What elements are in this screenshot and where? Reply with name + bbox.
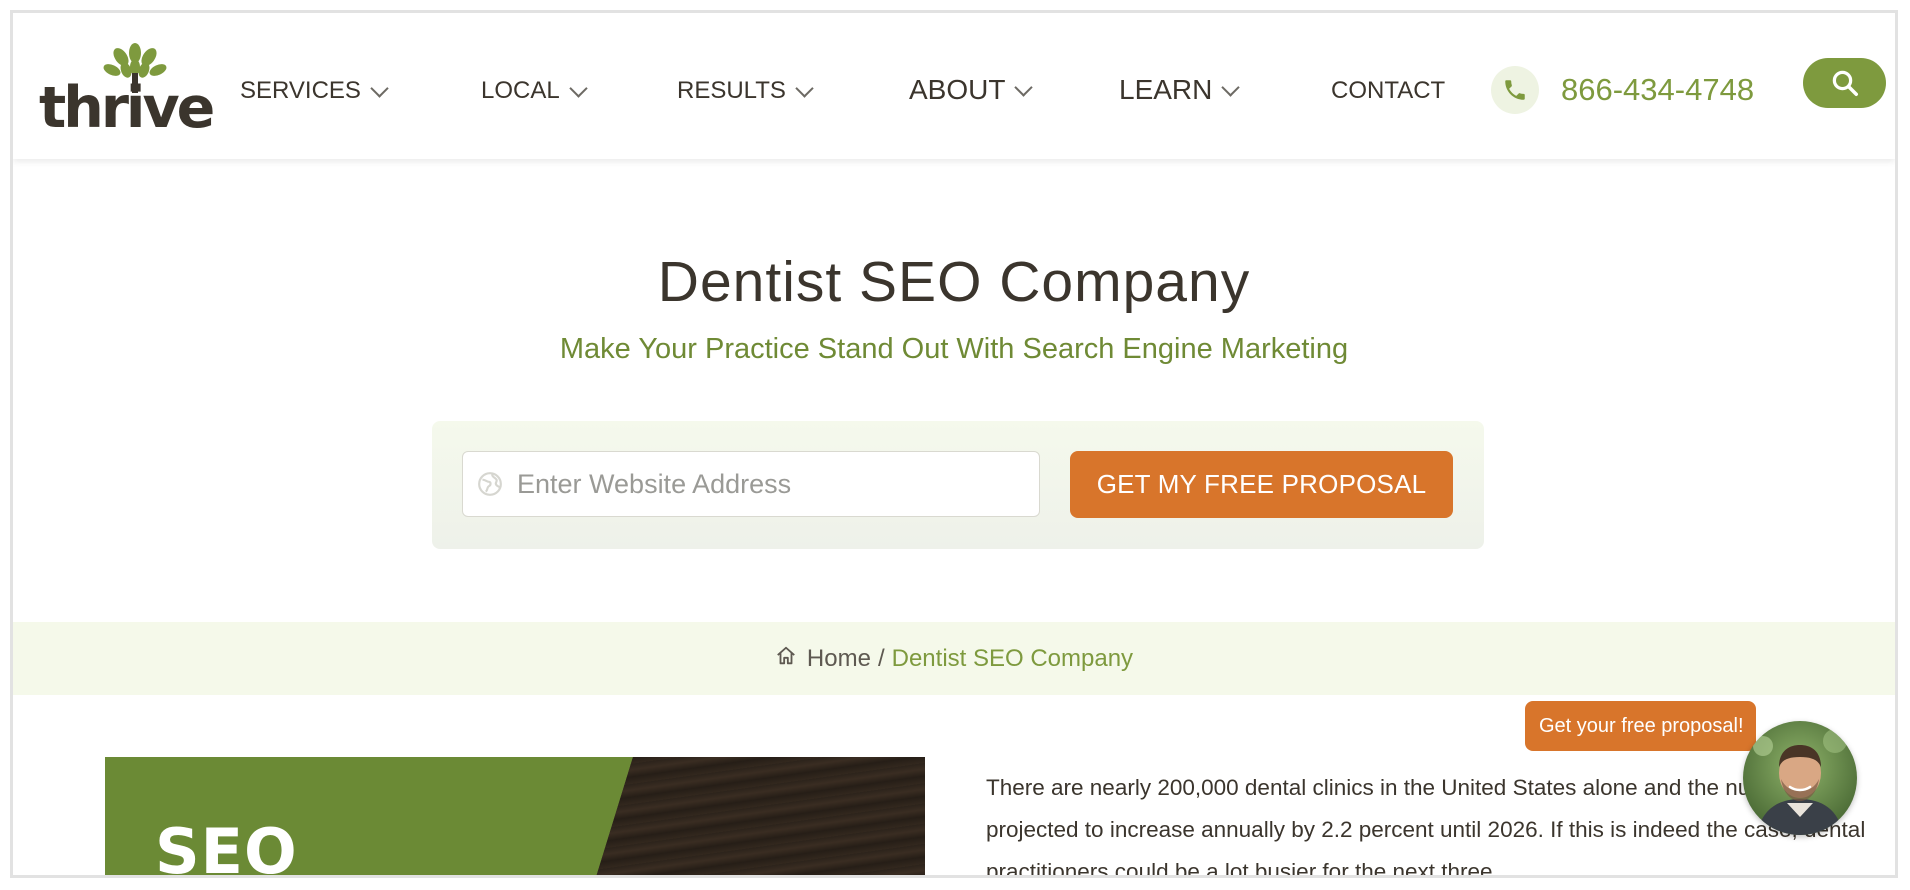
nav-learn[interactable]: LEARN xyxy=(1119,74,1241,106)
chevron-down-icon xyxy=(1014,77,1034,97)
chevron-down-icon xyxy=(1221,77,1241,97)
website-input-wrapper xyxy=(462,451,1040,517)
chat-proposal-bubble[interactable]: Get your free proposal! xyxy=(1525,701,1756,751)
phone-icon xyxy=(1491,66,1539,114)
nav-about[interactable]: ABOUT xyxy=(909,74,1034,106)
website-address-input[interactable] xyxy=(515,467,1019,501)
nav-label: LEARN xyxy=(1119,74,1213,105)
thrive-logo[interactable]: thrive xyxy=(39,43,215,139)
nav-label: CONTACT xyxy=(1331,77,1446,104)
page-subtitle: Make Your Practice Stand Out With Search… xyxy=(559,333,1349,365)
article-intro-paragraph: There are nearly 200,000 dental clinics … xyxy=(986,775,1866,878)
search-icon xyxy=(1832,70,1858,96)
breadcrumb-current: Dentist SEO Company xyxy=(891,644,1134,672)
breadcrumb-separator: / xyxy=(877,644,885,672)
page-title: Dentist SEO Company xyxy=(657,250,1251,314)
search-button[interactable] xyxy=(1803,58,1886,108)
chevron-down-icon xyxy=(569,78,588,98)
proposal-form: GET MY FREE PROPOSAL xyxy=(432,421,1484,549)
nav-local[interactable]: LOCAL xyxy=(481,77,588,105)
chat-agent-avatar[interactable] xyxy=(1743,721,1857,835)
article-hero-image: SEO xyxy=(105,757,925,878)
nav-label: LOCAL xyxy=(481,77,560,104)
image-seo-text: SEO xyxy=(155,815,298,878)
page-frame: thrive SERVICES LOCAL RESULTS ABOUT LEAR… xyxy=(10,10,1898,878)
nav-label: SERVICES xyxy=(240,77,361,104)
get-free-proposal-button[interactable]: GET MY FREE PROPOSAL xyxy=(1070,451,1453,518)
breadcrumb-home-link[interactable]: Home xyxy=(807,645,871,673)
agent-photo xyxy=(1743,721,1857,835)
globe-icon xyxy=(478,472,502,496)
chevron-down-icon xyxy=(370,78,389,98)
site-header: thrive SERVICES LOCAL RESULTS ABOUT LEAR… xyxy=(13,13,1895,159)
nav-results[interactable]: RESULTS xyxy=(677,77,814,105)
nav-label: RESULTS xyxy=(677,77,786,104)
phone-link[interactable]: 866-434-4748 xyxy=(1491,66,1754,114)
breadcrumb: Home / Dentist SEO Company xyxy=(13,622,1895,695)
chevron-down-icon xyxy=(795,78,814,98)
nav-label: ABOUT xyxy=(909,74,1006,105)
logo-wordmark: thrive xyxy=(39,75,215,141)
home-icon xyxy=(777,646,795,664)
nav-contact[interactable]: CONTACT xyxy=(1331,77,1445,105)
nav-services[interactable]: SERVICES xyxy=(240,77,389,105)
phone-number: 866-434-4748 xyxy=(1561,72,1755,107)
